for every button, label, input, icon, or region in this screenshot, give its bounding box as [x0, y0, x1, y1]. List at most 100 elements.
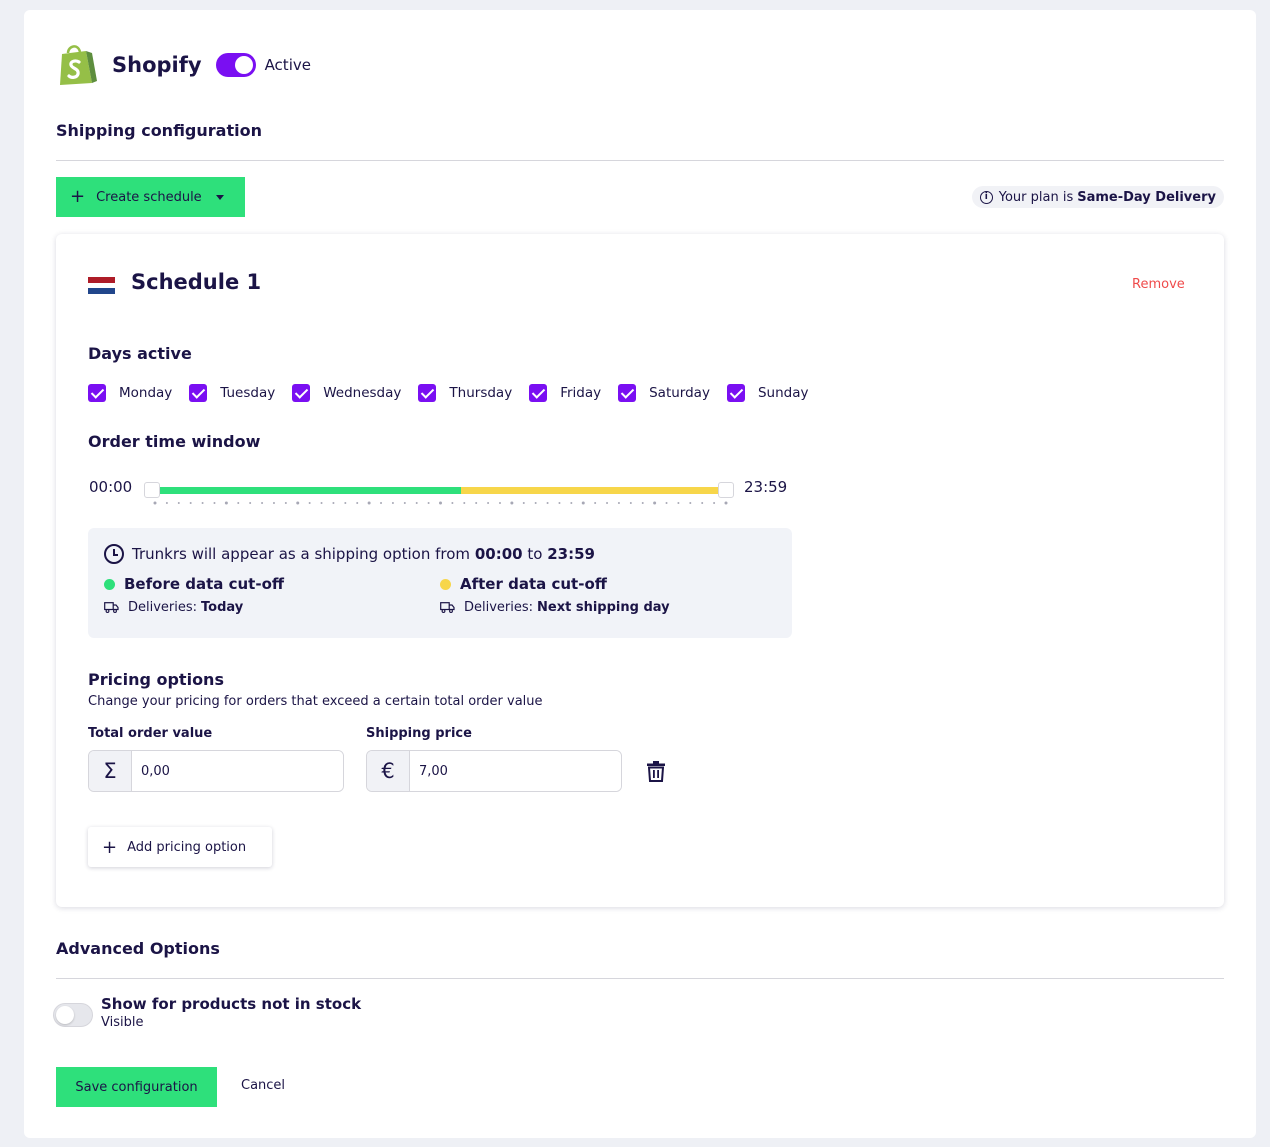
truck-icon	[104, 602, 119, 613]
checkbox-checked-icon[interactable]	[726, 384, 745, 402]
after-cutoff-title: After data cut-off	[440, 575, 607, 593]
add-pricing-option-label: Add pricing option	[127, 839, 247, 855]
slider-tick	[237, 502, 240, 504]
cancel-button[interactable]: Cancel	[241, 1078, 285, 1093]
checkbox-checked-icon[interactable]	[618, 384, 637, 402]
schedule-title: Schedule 1	[131, 270, 262, 294]
day-checkbox-tuesday[interactable]: Tuesday	[189, 384, 275, 402]
stock-option-title: Show for products not in stock	[101, 995, 362, 1013]
slider-tick	[558, 502, 561, 504]
after-deliveries-label: Deliveries:	[464, 600, 534, 615]
checkbox-checked-icon[interactable]	[418, 384, 437, 402]
order-time-window-title: Order time window	[88, 432, 261, 451]
total-order-value-input[interactable]	[132, 751, 343, 791]
checkbox-checked-icon[interactable]	[292, 384, 311, 402]
checkbox-checked-icon[interactable]	[189, 384, 208, 402]
remove-schedule-link[interactable]: Remove	[1132, 277, 1185, 292]
slider-tick	[165, 502, 168, 504]
day-checkbox-sunday[interactable]: Sunday	[726, 384, 809, 402]
advanced-options-title: Advanced Options	[56, 939, 220, 958]
active-label: Active	[264, 56, 311, 74]
before-cutoff-text: Before data cut-off	[124, 575, 285, 593]
plus-icon: +	[70, 186, 86, 207]
days-active-title: Days active	[88, 344, 192, 363]
checkbox-checked-icon[interactable]	[88, 384, 106, 402]
slider-track[interactable]	[144, 482, 734, 498]
slider-tick	[451, 502, 454, 504]
slider-tick	[439, 501, 442, 505]
day-label: Friday	[560, 385, 602, 401]
day-checkbox-saturday[interactable]: Saturday	[618, 384, 710, 402]
stock-visibility-toggle[interactable]	[53, 1003, 93, 1027]
slider-tick	[487, 502, 490, 504]
plan-badge: i Your plan is Same-Day Delivery	[971, 186, 1224, 208]
slider-tick	[629, 502, 632, 504]
time-window-info: Trunkrs will appear as a shipping option…	[88, 528, 792, 638]
slider-tick	[665, 502, 668, 504]
slider-tick	[367, 501, 371, 505]
shipping-price-label: Shipping price	[366, 726, 472, 741]
slider-tick	[570, 502, 573, 504]
total-order-value-label: Total order value	[88, 726, 213, 741]
slider-tick	[403, 502, 406, 504]
save-configuration-button[interactable]: Save configuration	[56, 1067, 217, 1107]
after-deliveries: Deliveries: Next shipping day	[440, 600, 670, 615]
clock-icon	[104, 544, 124, 564]
slider-tick	[308, 502, 311, 504]
slider-tick	[546, 502, 549, 504]
slider-tick	[344, 502, 347, 504]
day-checkbox-friday[interactable]: Friday	[529, 384, 601, 402]
slider-tick	[510, 501, 514, 505]
pricing-description: Change your pricing for orders that exce…	[88, 694, 543, 709]
before-deliveries: Deliveries: Today	[104, 600, 243, 615]
slider-tick	[522, 502, 525, 504]
day-label: Monday	[119, 385, 173, 401]
slider-tick	[713, 502, 716, 504]
green-dot-icon	[104, 578, 115, 590]
shipping-price-input[interactable]	[410, 751, 621, 791]
after-deliveries-value: Next shipping day	[537, 600, 670, 615]
slider-tick	[153, 501, 157, 505]
slider-tick	[724, 501, 728, 505]
create-schedule-button[interactable]: + Create schedule	[56, 177, 245, 217]
slider-tick	[701, 502, 704, 504]
day-label: Saturday	[649, 385, 710, 401]
info-icon: i	[979, 190, 993, 204]
day-checkbox-wednesday[interactable]: Wednesday	[292, 384, 401, 402]
slider-tick	[201, 502, 204, 504]
slider-tick	[617, 502, 620, 504]
info-from: 00:00	[474, 545, 523, 563]
trash-icon[interactable]	[646, 760, 666, 782]
slider-tick	[249, 502, 252, 504]
slider-tick	[380, 502, 383, 504]
checkbox-checked-icon[interactable]	[529, 384, 548, 402]
start-handle[interactable]	[144, 482, 160, 498]
after-cutoff-range	[461, 487, 718, 494]
info-text: Trunkrs will appear as a shipping option…	[132, 545, 471, 563]
schedule-card: Schedule 1 Remove Days active Monday Tue…	[56, 234, 1224, 907]
slider-tick	[177, 502, 180, 504]
info-to-word: to	[527, 545, 543, 563]
slider-tick	[689, 502, 692, 504]
day-label: Sunday	[757, 385, 809, 401]
sigma-icon: Σ	[89, 751, 132, 791]
section-divider	[56, 160, 1224, 161]
before-cutoff-title: Before data cut-off	[104, 575, 284, 593]
slider-tick	[284, 502, 287, 504]
slider-tick	[427, 502, 430, 504]
end-handle[interactable]	[718, 482, 734, 498]
truck-icon	[440, 602, 455, 613]
slider-tick	[677, 502, 680, 504]
slider-tick	[213, 502, 216, 504]
plan-prefix: Your plan is	[998, 189, 1074, 205]
time-window-slider: 00:00 23:59	[88, 476, 808, 516]
active-toggle[interactable]	[215, 53, 256, 77]
slider-tick	[641, 502, 644, 504]
day-checkbox-monday[interactable]: Monday	[88, 384, 172, 402]
slider-tick	[296, 501, 300, 505]
shipping-price-field: €	[366, 750, 622, 792]
day-checkbox-thursday[interactable]: Thursday	[418, 384, 512, 402]
slider-tick	[498, 502, 501, 504]
info-sentence: Trunkrs will appear as a shipping option…	[104, 544, 595, 564]
add-pricing-option-button[interactable]: + Add pricing option	[88, 827, 272, 867]
